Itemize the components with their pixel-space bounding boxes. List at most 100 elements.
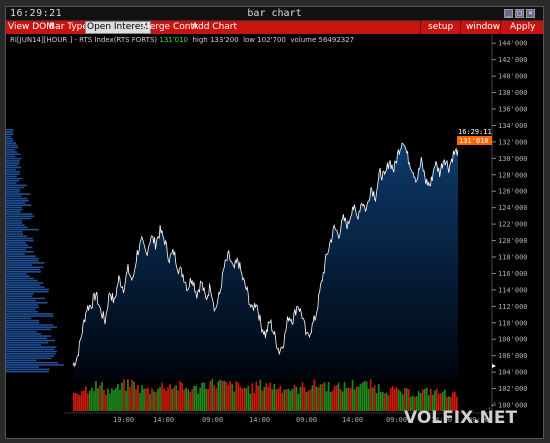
volume-profile-bar [6, 341, 49, 344]
volume-bar [225, 381, 228, 411]
volume-bar [349, 388, 352, 411]
volume-profile-bar [6, 211, 21, 213]
volume-profile-bar [6, 168, 17, 171]
volume-profile-bar [6, 284, 41, 286]
time-tick-label: 09:00 [296, 416, 317, 424]
price-chart[interactable]: 144'000 142'000 140'000 138'000 136'000 134'0… [6, 7, 543, 438]
volume-bar [335, 385, 338, 411]
price-tick-label: 120'000 [498, 237, 528, 245]
volume-profile-bar [6, 242, 26, 244]
volume-profile-bar [6, 137, 13, 140]
volume-bar [123, 379, 125, 411]
volume-bar [263, 386, 266, 411]
volume-profile-bar [6, 153, 21, 155]
volume-profile-bar [6, 306, 39, 309]
volume-bar [361, 382, 364, 411]
volume-profile-bar [6, 370, 49, 373]
volume-bar [89, 390, 91, 411]
volume-bar [221, 380, 224, 411]
volume-profile-bar [6, 235, 27, 238]
volume-profile-bar [6, 255, 36, 257]
volume-profile-bar [6, 217, 32, 220]
volume-bar [251, 383, 254, 411]
volume-bar [131, 379, 133, 411]
volume-bar [269, 382, 272, 411]
price-tick-label: 112'000 [498, 303, 528, 311]
volume-bar [199, 387, 201, 411]
volume-bar [203, 382, 205, 411]
price-tick-label: 126'000 [498, 188, 528, 196]
volume-bar [355, 386, 358, 411]
volume-bar [159, 387, 161, 411]
volume-profile-bar [6, 188, 20, 191]
volume-profile-bar [6, 304, 38, 306]
volume-bar [393, 388, 396, 411]
volume-bar [73, 393, 75, 411]
volume-bar [259, 379, 262, 411]
volume-bar [173, 387, 175, 411]
price-tick-label: 124'000 [498, 204, 528, 212]
volume-bar [189, 392, 191, 411]
scroll-marker-icon[interactable] [492, 364, 496, 368]
volume-profile-bar [6, 222, 23, 224]
volume-profile-bar [6, 164, 19, 167]
volume-bar [255, 381, 258, 411]
volume-bar [273, 383, 276, 411]
volume-bar [347, 387, 350, 411]
volume-bar [311, 385, 314, 411]
volume-profile-bar [6, 324, 54, 326]
volume-bar [319, 384, 322, 411]
volume-bar [339, 388, 342, 411]
current-price-label: 131'010 [459, 137, 489, 145]
time-tick-label: 09:00 [202, 416, 223, 424]
volume-profile-bar [6, 366, 40, 368]
volume-bar [133, 381, 135, 411]
price-tick-label: 136'000 [498, 106, 528, 114]
volume-profile-bar [6, 219, 22, 222]
volume-bar [299, 387, 302, 411]
volume-bar [235, 381, 238, 411]
price-tick-label: 140'000 [498, 73, 528, 81]
volume-bar [337, 382, 340, 411]
volume-profile-bar [6, 244, 29, 246]
volume-profile-bar [6, 215, 35, 218]
volume-profile-bar [6, 135, 11, 138]
volume-profile-bar [6, 357, 52, 360]
volume-profile-bar [6, 364, 64, 366]
volume-bar [209, 381, 212, 411]
volume-profile-bar [6, 175, 17, 178]
chart-window: 16:29:21 bar chart _ □ × View DOM Bar Ty… [5, 6, 544, 439]
volume-bar [205, 388, 207, 411]
volume-profile-bar [6, 226, 28, 229]
volume-bar [99, 385, 101, 411]
price-tick-label: 142'000 [498, 56, 528, 64]
volume-profile-bar [6, 151, 17, 153]
volume-profile-bar [6, 339, 56, 342]
volume-bar [105, 394, 107, 411]
volume-profile-bar [6, 182, 17, 184]
volume-profile-bar [6, 355, 54, 357]
volume-profile-bar [6, 344, 42, 346]
volume-bar [277, 388, 280, 411]
volume-bar [297, 394, 300, 411]
volume-bar [391, 386, 394, 411]
volume-bar [185, 387, 187, 411]
volume-profile-bar [6, 290, 49, 293]
volume-bar [285, 389, 288, 411]
volume-bar [351, 379, 354, 411]
volume-bar [383, 393, 386, 411]
price-tick-label: 108'000 [498, 336, 528, 344]
volume-profile-bar [6, 155, 16, 158]
price-area-fill [73, 143, 458, 379]
volume-bar [157, 388, 159, 411]
volume-profile-bar [6, 191, 20, 193]
price-axis: 144'000 142'000 140'000 138'000 136'000 134'0… [492, 40, 528, 410]
volume-profile-bar [6, 368, 50, 371]
volume-bar [373, 385, 376, 411]
volume-bar [139, 392, 141, 411]
volume-profile-bar [6, 171, 21, 173]
volume-bar [289, 391, 292, 411]
volume-profile-bar [6, 157, 22, 160]
volume-bar [315, 386, 318, 411]
volume-bar [187, 389, 189, 411]
